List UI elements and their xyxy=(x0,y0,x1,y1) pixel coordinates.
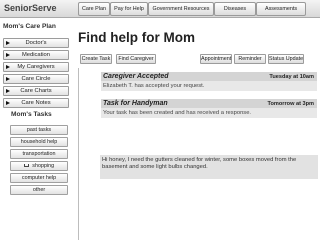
status-update-button[interactable]: Status Update xyxy=(268,54,304,64)
reminder-button[interactable]: Reminder xyxy=(234,54,266,64)
appointment-button[interactable]: Appointment xyxy=(200,54,232,64)
sidebar-item-medication[interactable]: Medication xyxy=(3,50,69,60)
feed-item-header: Task for Handyman Tomorrow at 3pm xyxy=(101,99,317,108)
task-household-help[interactable]: household help xyxy=(10,137,68,147)
feed-item-title: Caregiver Accepted xyxy=(103,73,169,80)
arrow-right-icon xyxy=(6,77,10,81)
sidebar-item-care-charts[interactable]: Care Charts xyxy=(3,86,69,96)
sidebar-item-my-caregivers[interactable]: My Caregivers xyxy=(3,62,69,72)
task-transportation[interactable]: transportation xyxy=(10,149,68,159)
feed-item-body: Your task has been created and has recei… xyxy=(101,108,317,118)
task-past-tasks[interactable]: past tasks xyxy=(10,125,68,135)
sidebar-item-label: Medication xyxy=(21,52,51,58)
tab-assessments[interactable]: Assessments xyxy=(256,2,306,16)
top-navigation-bar: SeniorServe Care Plan Pay for Help Gover… xyxy=(0,0,320,18)
create-task-button[interactable]: Create Task xyxy=(80,54,112,64)
shopping-cart-icon xyxy=(23,164,29,168)
sidebar-item-care-circle[interactable]: Care Circle xyxy=(3,74,69,84)
sidebar-item-label: Doctor's xyxy=(25,40,47,46)
activity-feed: Caregiver Accepted Tuesday at 10am Eliza… xyxy=(78,68,318,240)
feed-item-body: Elizabeth T. has accepted your request. xyxy=(101,81,317,91)
sidebar-item-label: My Caregivers xyxy=(17,64,55,70)
task-other[interactable]: other xyxy=(10,185,68,195)
tasks-heading: Mom's Tasks xyxy=(11,111,52,118)
feed-item-time: Tomorrow at 3pm xyxy=(267,101,314,107)
arrow-right-icon xyxy=(6,65,10,69)
arrow-right-icon xyxy=(6,41,10,45)
feed-item-header: Caregiver Accepted Tuesday at 10am xyxy=(101,72,317,81)
tab-government-resources[interactable]: Government Resources xyxy=(148,2,214,16)
task-computer-help[interactable]: computer help xyxy=(10,173,68,183)
tab-diseases[interactable]: Diseases xyxy=(214,2,256,16)
find-caregiver-button[interactable]: Find Caregiver xyxy=(116,54,156,64)
feed-item-title: Task for Handyman xyxy=(103,100,168,107)
tab-care-plan[interactable]: Care Plan xyxy=(78,2,110,16)
message-bubble: Hi honey, I need the gutters cleaned for… xyxy=(100,155,318,179)
arrow-right-icon xyxy=(6,89,10,93)
task-shopping[interactable]: shopping xyxy=(10,161,68,171)
arrow-right-icon xyxy=(6,101,10,105)
sidebar-item-label: Care Charts xyxy=(20,88,52,94)
sidebar-item-label: Care Circle xyxy=(21,76,51,82)
task-label: shopping xyxy=(32,163,55,169)
tab-pay-for-help[interactable]: Pay for Help xyxy=(110,2,148,16)
sidebar-item-care-notes[interactable]: Care Notes xyxy=(3,98,69,108)
care-plan-heading: Mom's Care Plan xyxy=(3,23,56,30)
arrow-right-icon xyxy=(6,53,10,57)
feed-item-time: Tuesday at 10am xyxy=(269,74,314,80)
app-logo[interactable]: SeniorServe xyxy=(4,3,57,13)
page-title: Find help for Mom xyxy=(78,30,195,45)
sidebar-item-label: Care Notes xyxy=(21,100,51,106)
sidebar-item-doctors[interactable]: Doctor's xyxy=(3,38,69,48)
